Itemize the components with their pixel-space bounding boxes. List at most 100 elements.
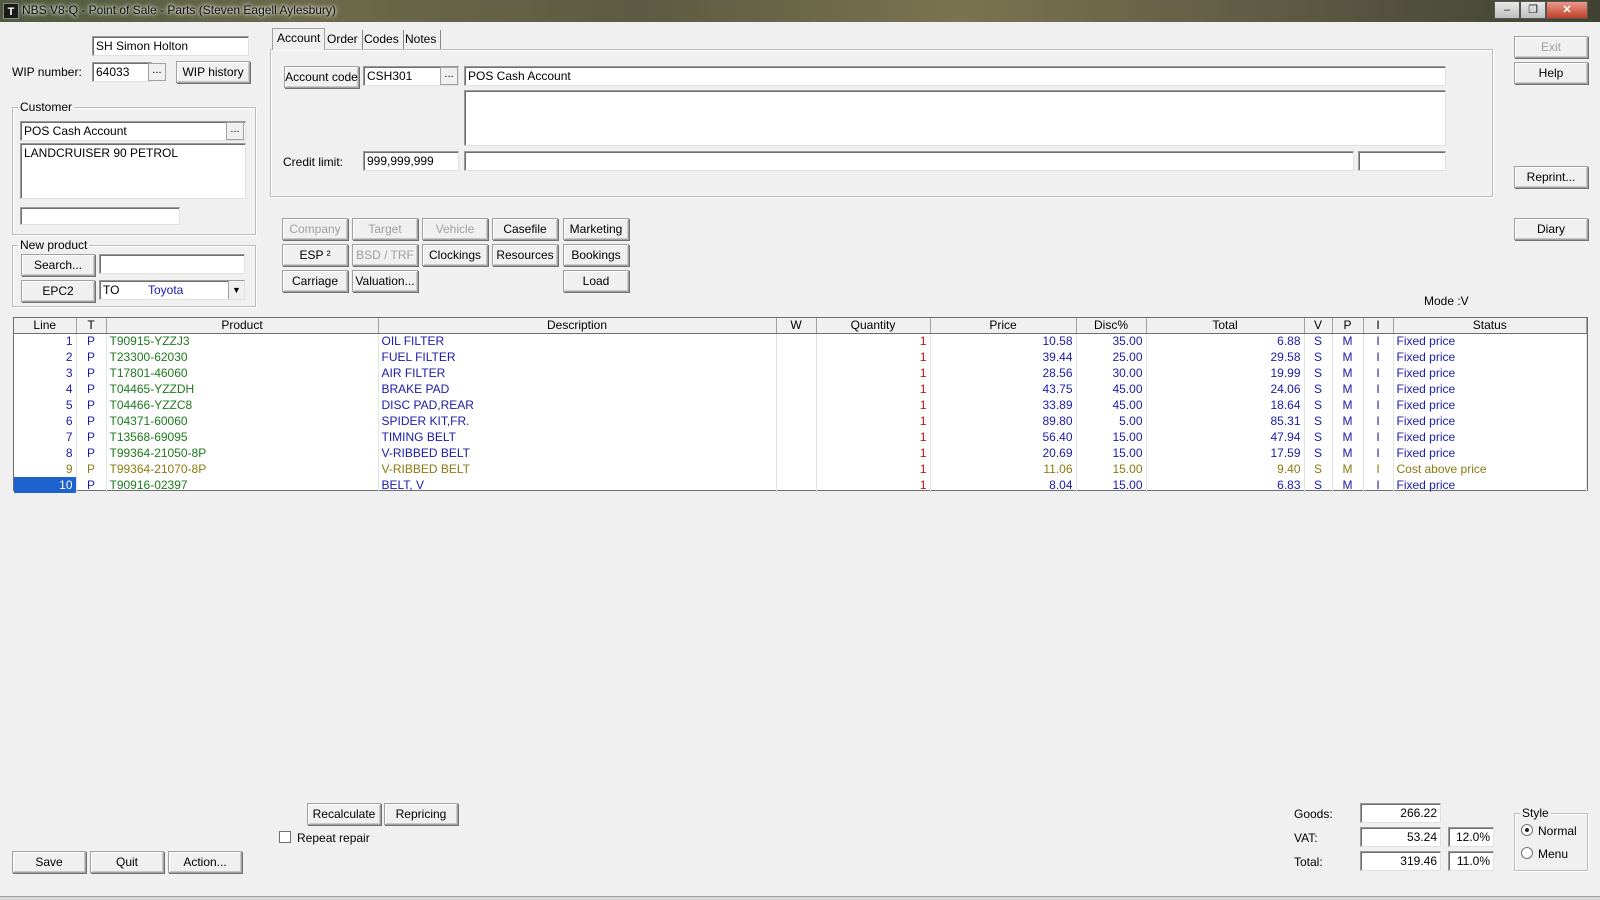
target-button[interactable]: Target [352,218,418,240]
cell-p: M [1332,349,1364,365]
wip-number-field[interactable]: 64033 [92,62,152,82]
quit-button[interactable]: Quit [90,851,164,873]
table-row[interactable]: 3 P T17801-46060 AIR FILTER 1 28.56 30.00 19.99… [14,365,1587,381]
table-row[interactable]: 7 P T13568-69095 TIMING BELT 1 56.40 15.00 47.9… [14,429,1587,445]
parts-grid[interactable]: Line T Product Description W Quantity Price Dis… [13,317,1588,493]
account-address-field[interactable] [464,90,1446,146]
table-row[interactable]: 4 P T04465-YZZDH BRAKE PAD 1 43.75 45.00 24.06 S… [14,381,1587,397]
account-info-field[interactable] [464,151,1354,171]
cell-disc: 45.00 [1076,397,1147,413]
customer-name-field[interactable]: POS Cash Account [20,121,246,141]
help-button[interactable]: Help [1514,62,1588,84]
make-select[interactable]: TO Toyota ▼ [99,280,245,300]
cell-w [776,445,817,461]
cell-line: 6 [14,413,77,429]
wip-lookup-button[interactable]: ... [148,63,166,81]
table-row[interactable]: 10 P T90916-02397 BELT, V 1 8.04 15.00 6.83 S M I F… [14,477,1587,493]
table-row[interactable]: 1 P T90915-YZZJ3 OIL FILTER 1 10.58 35.00 6.88 S… [14,333,1587,349]
cell-status: Fixed price [1393,349,1587,365]
column-header-price[interactable]: Price [930,318,1077,334]
window-title: NBS V8-Q - Point of Sale - Parts (Steven… [22,3,336,17]
reprint-button[interactable]: Reprint... [1514,166,1588,188]
column-header-description[interactable]: Description [378,318,777,334]
customer-address-field[interactable]: LANDCRUISER 90 PETROL [20,143,246,199]
cell-v: S [1304,381,1333,397]
account-info-field-2[interactable] [1358,151,1446,171]
customer-lookup-button[interactable]: ... [226,122,244,140]
column-header-w[interactable]: W [776,318,817,334]
table-row[interactable]: 8 P T99364-21050-8P V-RIBBED BELT 1 20.69 15.0… [14,445,1587,461]
column-header-total[interactable]: Total [1146,318,1305,334]
close-icon[interactable]: ✕ [1546,1,1588,19]
column-header-v[interactable]: V [1304,318,1333,334]
recalculate-button[interactable]: Recalculate [307,803,381,825]
carriage-button[interactable]: Carriage [282,270,348,292]
cell-line: 2 [14,349,77,365]
tab-codes[interactable]: Codes [360,30,404,49]
cell-disc: 15.00 [1076,429,1147,445]
valuation-button[interactable]: Valuation... [352,270,418,292]
wip-history-button[interactable]: WIP history [176,61,250,83]
cell-i: I [1363,381,1394,397]
salesperson-field[interactable]: SH Simon Holton [92,36,249,56]
tab-notes[interactable]: Notes [401,30,442,49]
cell-qty: 1 [816,461,931,477]
column-header-p[interactable]: P [1332,318,1364,334]
credit-limit-field[interactable]: 999,999,999 [363,151,459,171]
cell-i: I [1363,333,1394,349]
load-button[interactable]: Load [563,270,629,292]
table-row[interactable]: 5 P T04466-YZZC8 DISC PAD,REAR 1 33.89 45.00 18… [14,397,1587,413]
style-menu-radio[interactable] [1521,847,1533,859]
cell-t: P [76,461,107,477]
cell-qty: 1 [816,429,931,445]
cell-description: TIMING BELT [378,429,777,445]
repeat-repair-checkbox[interactable] [279,831,291,843]
column-header-t[interactable]: T [76,318,107,334]
diary-button[interactable]: Diary [1514,218,1588,240]
search-button[interactable]: Search... [21,254,95,276]
save-button[interactable]: Save [12,851,86,873]
cell-v: S [1304,477,1333,493]
cell-price: 39.44 [930,349,1077,365]
cell-description: BELT, V [378,477,777,493]
chevron-down-icon[interactable]: ▼ [228,281,244,299]
bsd-trf-button[interactable]: BSD / TRF [352,244,418,266]
tab-order[interactable]: Order [323,30,363,49]
cell-w [776,477,817,493]
column-header-quantity[interactable]: Quantity [816,318,931,334]
column-header-disc[interactable]: Disc% [1076,318,1147,334]
esp-button[interactable]: ESP ² [282,244,348,266]
table-row[interactable]: 2 P T23300-62030 FUEL FILTER 1 39.44 25.00 29.5… [14,349,1587,365]
customer-extra-field[interactable] [20,207,180,225]
company-button[interactable]: Company [282,218,348,240]
exit-button[interactable]: Exit [1514,36,1588,58]
goods-total-field: 266.22 [1360,803,1441,823]
tab-account[interactable]: Account [272,28,326,50]
action-button[interactable]: Action... [168,851,242,873]
column-header-product[interactable]: Product [106,318,379,334]
cell-product: T90916-02397 [106,477,379,493]
column-header-i[interactable]: I [1363,318,1394,334]
epc2-button[interactable]: EPC2 [21,280,95,302]
account-code-button[interactable]: Account code [284,66,359,88]
cell-i: I [1363,429,1394,445]
product-search-input[interactable] [99,254,245,274]
casefile-button[interactable]: Casefile [492,218,558,240]
vehicle-button[interactable]: Vehicle [422,218,488,240]
table-row[interactable]: 6 P T04371-60060 SPIDER KIT,FR. 1 89.80 5.00 85… [14,413,1587,429]
column-header-status[interactable]: Status [1393,318,1587,334]
bookings-button[interactable]: Bookings [563,244,629,266]
account-lookup-button[interactable]: ... [440,67,458,85]
style-normal-radio[interactable] [1521,824,1533,836]
clockings-button[interactable]: Clockings [422,244,488,266]
table-row[interactable]: 9 P T99364-21070-8P V-RIBBED BELT 1 11.06 15.0… [14,461,1587,477]
resources-button[interactable]: Resources [492,244,558,266]
column-header-line[interactable]: Line [14,318,77,334]
account-name-field[interactable]: POS Cash Account [464,66,1446,86]
maximize-icon[interactable]: ❐ [1520,1,1546,19]
cell-p: M [1332,429,1364,445]
cell-qty: 1 [816,333,931,349]
marketing-button[interactable]: Marketing [563,218,629,240]
minimize-icon[interactable]: – [1494,1,1520,19]
repricing-button[interactable]: Repricing [384,803,458,825]
